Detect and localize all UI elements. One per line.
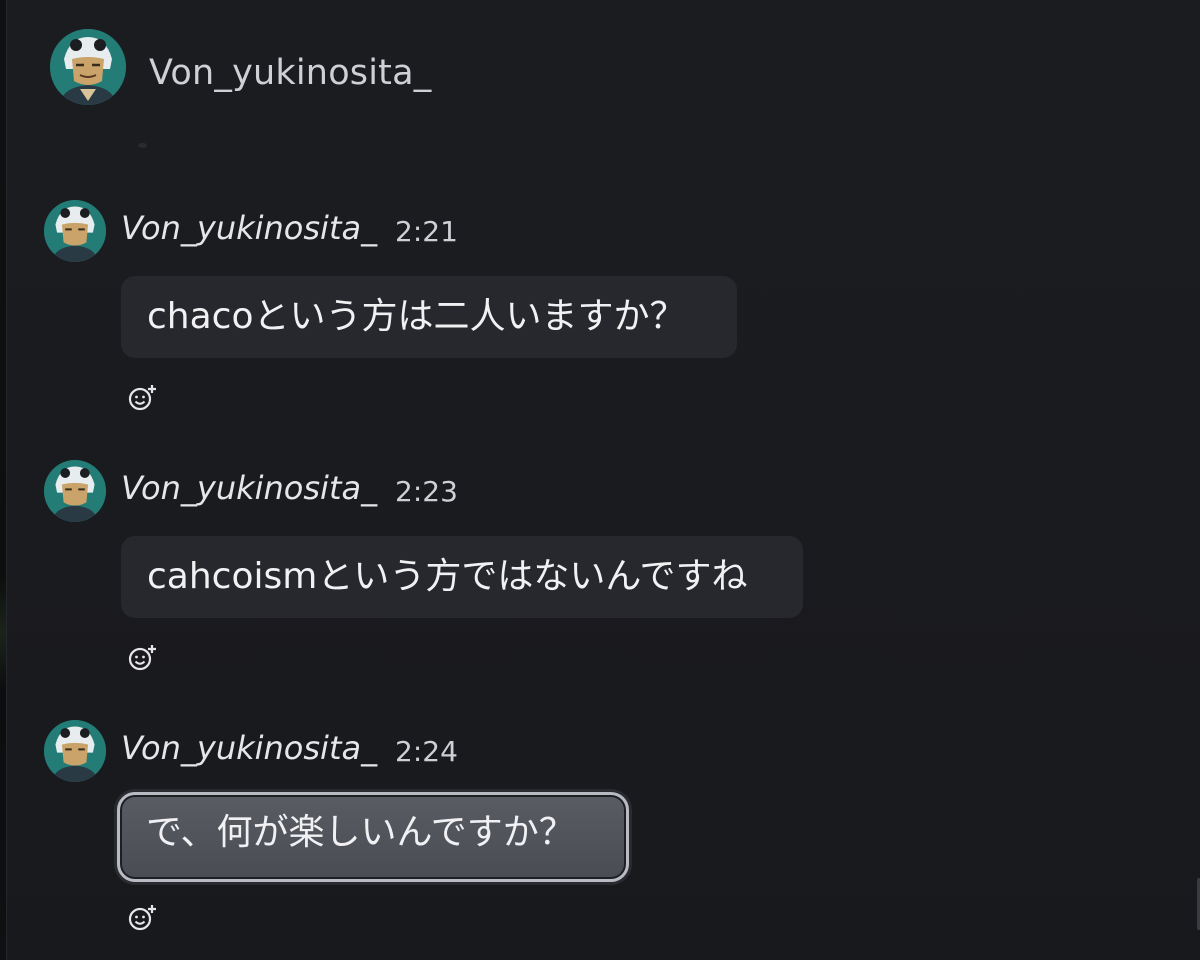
message-timestamp: 2:21 [395,215,458,248]
chat-panel: Von_yukinosita_ Von_yukinosita_ 2:21 cha… [6,0,1200,960]
message-avatar[interactable] [44,720,106,782]
message-author[interactable]: Von_yukinosita_ [121,469,377,507]
user-avatar-icon [44,460,106,522]
conversation-title: Von_yukinosita_ [149,53,432,93]
message-timestamp: 2:23 [395,475,458,508]
user-avatar-icon [44,200,106,262]
add-reaction-button[interactable] [127,383,157,413]
user-avatar-icon [50,29,126,105]
message-author[interactable]: Von_yukinosita_ [121,209,377,247]
user-avatar-icon [44,720,106,782]
status-dot [138,143,147,148]
add-reaction-icon [128,645,156,671]
message-avatar[interactable] [44,460,106,522]
add-reaction-icon [128,385,156,411]
header-avatar[interactable] [50,29,126,105]
message-timestamp: 2:24 [395,735,458,768]
message-avatar[interactable] [44,200,106,262]
add-reaction-button[interactable] [127,903,157,933]
add-reaction-icon [128,905,156,931]
message-bubble-selected[interactable]: で、何が楽しいんですか？ [117,792,629,882]
message-author[interactable]: Von_yukinosita_ [121,729,377,767]
message-bubble[interactable]: cahcoismという方ではないんですね [121,536,803,618]
add-reaction-button[interactable] [127,643,157,673]
message-bubble[interactable]: chacoという方は二人いますか？ [121,276,737,358]
